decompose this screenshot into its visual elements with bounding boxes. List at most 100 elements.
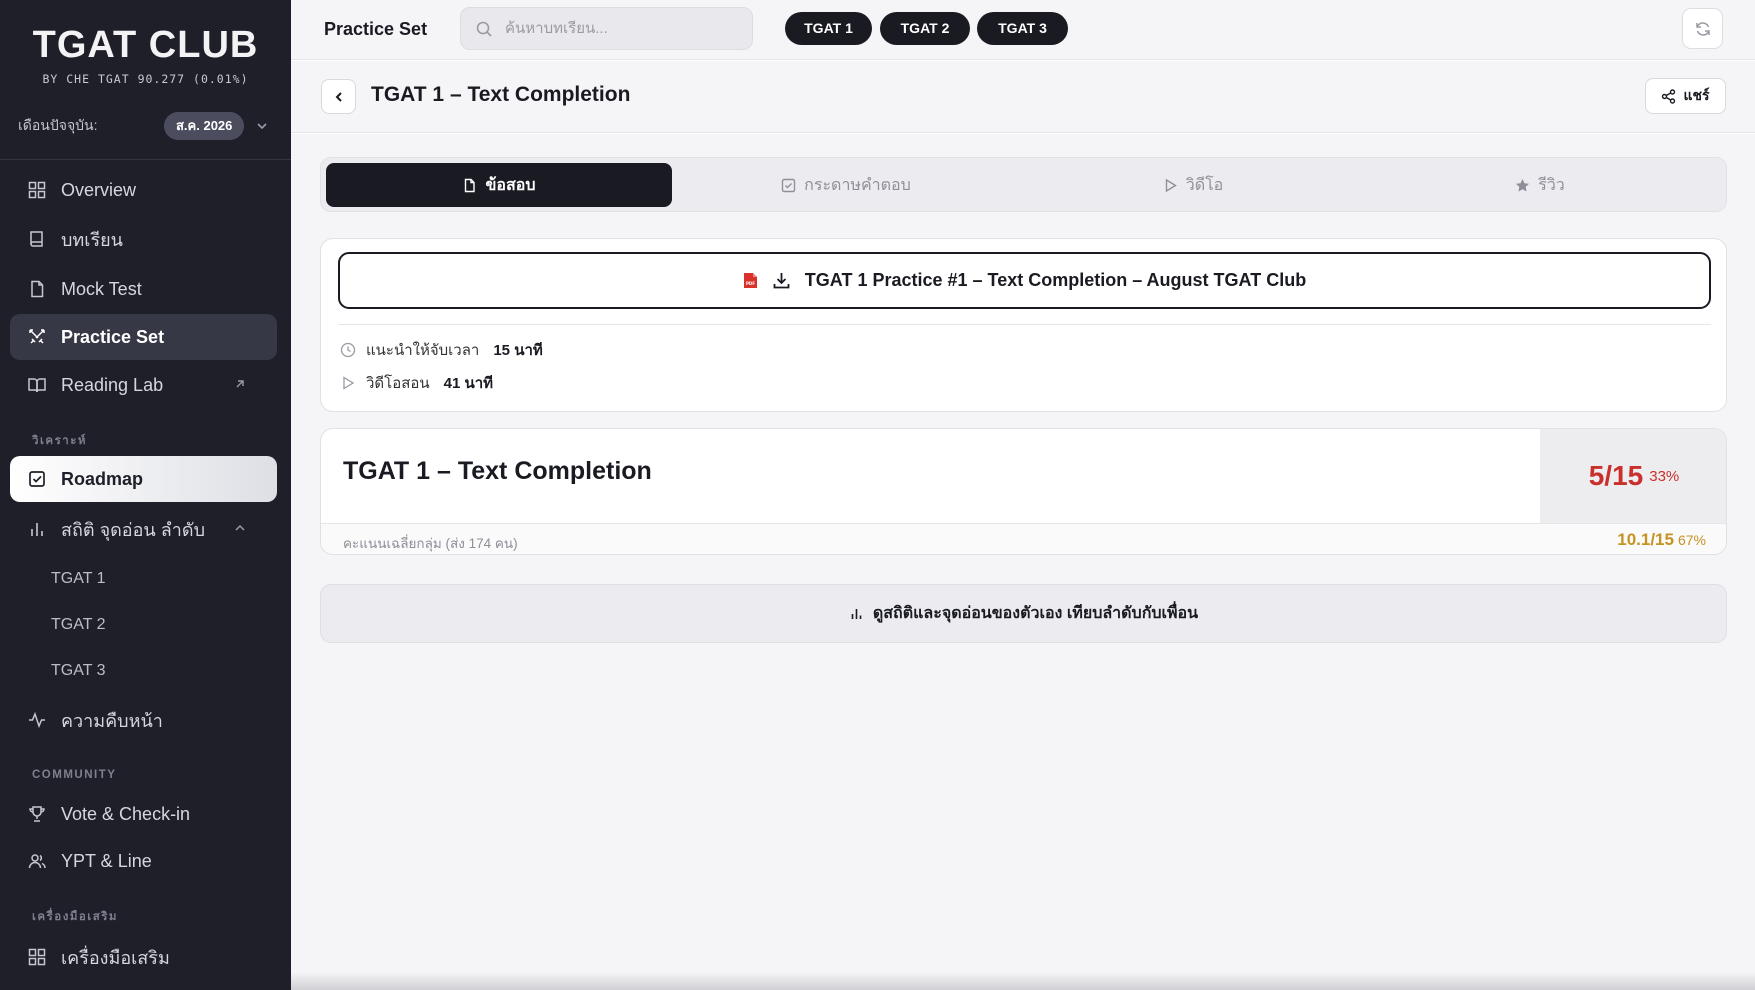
download-icon	[773, 273, 790, 289]
refresh-button[interactable]	[1682, 8, 1723, 49]
checkbox-icon	[29, 471, 45, 487]
brand-title: TGAT CLUB	[32, 24, 259, 66]
time-value: 15 นาที	[493, 342, 543, 359]
avg-value: 10.1/15	[1617, 530, 1674, 549]
share-icon	[1662, 88, 1676, 104]
search-input[interactable]	[505, 20, 725, 37]
open-book-icon	[28, 378, 46, 393]
sidebar-item-stats[interactable]: สถิติ จุดอ่อน ลำดับ	[10, 506, 277, 552]
month-label: เดือนปัจจุบัน:	[18, 117, 98, 133]
avg-percent: 67%	[1677, 532, 1706, 548]
sidebar: TGAT CLUB BY CHE TGAT 90.277 (0.01%) เดื…	[0, 0, 291, 990]
sidebar-item-label: Vote & Check-in	[61, 803, 191, 824]
score-box: 5/15 33%	[1540, 429, 1726, 523]
sidebar-item-label: เครื่องมือเสริม	[61, 947, 170, 968]
bottom-edge	[291, 972, 1755, 990]
play-icon	[343, 376, 355, 390]
chevron-up-icon[interactable]	[233, 521, 247, 535]
video-label: วิดีโอสอน	[366, 375, 430, 392]
grid-icon	[28, 181, 46, 199]
tab-label: ข้อสอบ	[485, 176, 536, 194]
time-label: แนะนำให้จับเวลา	[366, 342, 480, 359]
share-label: แชร์	[1683, 87, 1710, 103]
sidebar-item-tools[interactable]: เครื่องมือเสริม	[10, 934, 277, 980]
file-icon	[465, 178, 476, 192]
search-icon	[476, 21, 492, 37]
sidebar-item-mock-test[interactable]: Mock Test	[10, 266, 277, 312]
sidebar-item-vote[interactable]: Vote & Check-in	[10, 791, 277, 837]
chevron-left-icon	[335, 91, 342, 102]
checkbox-icon	[781, 178, 796, 192]
sidebar-item-label: YPT & Line	[61, 850, 152, 871]
brand: TGAT CLUB BY CHE TGAT 90.277 (0.01%)	[0, 22, 291, 86]
page-title: TGAT 1 – Text Completion	[371, 83, 631, 106]
refresh-icon	[1695, 21, 1710, 36]
month-selector[interactable]: เดือนปัจจุบัน: ส.ค. 2026	[18, 112, 273, 140]
sidebar-subitem-tgat2[interactable]: TGAT 2	[51, 616, 106, 634]
bar-chart-icon	[31, 523, 43, 536]
avg-value-wrap: 10.1/15 67%	[1617, 530, 1706, 550]
grid-icon	[28, 948, 46, 966]
page-header: TGAT 1 – Text Completion แชร์	[291, 61, 1755, 133]
tab-video[interactable]: วิดีโอ	[1020, 163, 1366, 207]
sidebar-item-progress[interactable]: ความคืบหน้า	[10, 697, 277, 743]
stats-button-label: ดูสถิติและจุดอ่อนของตัวเอง เทียบลำดับกับ…	[872, 605, 1199, 622]
sidebar-item-label: Reading Lab	[61, 374, 164, 395]
sidebar-divider	[0, 159, 291, 160]
play-icon	[1165, 178, 1177, 192]
back-button[interactable]	[321, 79, 356, 114]
tab-bar: ข้อสอบ กระดาษคำตอบ วิดีโอ รีวิว	[320, 157, 1727, 212]
sidebar-item-label: Overview	[61, 179, 137, 200]
avg-label: คะแนนเฉลี่ยกลุ่ม (ส่ง 174 คน)	[343, 536, 518, 551]
sidebar-item-ypt[interactable]: YPT & Line	[10, 838, 277, 884]
tab-label: รีวิว	[1538, 176, 1565, 194]
app: TGAT CLUB BY CHE TGAT 90.277 (0.01%) เดื…	[0, 0, 1755, 990]
view-stats-button[interactable]: ดูสถิติและจุดอ่อนของตัวเอง เทียบลำดับกับ…	[320, 584, 1727, 643]
result-card: TGAT 1 – Text Completion 5/15 33% คะแนนเ…	[320, 428, 1727, 555]
sidebar-item-label: Roadmap	[61, 468, 144, 489]
month-badge[interactable]: ส.ค. 2026	[164, 112, 245, 140]
tab-review[interactable]: รีวิว	[1367, 163, 1713, 207]
sidebar-item-reading-lab[interactable]: Reading Lab	[10, 362, 277, 408]
divider	[338, 324, 1711, 325]
section-label-tools: เครื่องมือเสริม	[32, 911, 119, 923]
pdf-badge-text: PDF	[746, 281, 755, 286]
activity-icon	[29, 711, 45, 729]
bar-chart-icon	[851, 609, 862, 619]
sidebar-item-label: Mock Test	[61, 278, 142, 299]
tab-label: กระดาษคำตอบ	[804, 176, 911, 194]
score-percent: 33%	[1649, 467, 1680, 485]
main-content: ข้อสอบ กระดาษคำตอบ วิดีโอ รีวิว PDF TGAT…	[291, 134, 1755, 990]
sidebar-item-overview[interactable]: Overview	[10, 167, 277, 213]
sidebar-subitem-tgat1[interactable]: TGAT 1	[51, 570, 106, 588]
download-label: TGAT 1 Practice #1 – Text Completion – A…	[804, 270, 1307, 290]
tab-answer-sheet[interactable]: กระดาษคำตอบ	[673, 163, 1019, 207]
file-icon	[31, 280, 44, 298]
sidebar-item-practice-set[interactable]: Practice Set	[10, 314, 277, 360]
sidebar-item-label: Practice Set	[61, 326, 165, 347]
share-button[interactable]: แชร์	[1645, 78, 1726, 114]
download-pdf-button[interactable]: PDF TGAT 1 Practice #1 – Text Completion…	[338, 252, 1711, 309]
trophy-icon	[29, 806, 45, 822]
chip-tgat3[interactable]: TGAT 3	[977, 12, 1068, 45]
external-link-icon	[236, 380, 244, 388]
pdf-icon: PDF	[743, 273, 757, 288]
section-label-community: COMMUNITY	[32, 769, 117, 781]
tab-exam[interactable]: ข้อสอบ	[326, 163, 672, 207]
video-value: 41 นาที	[443, 375, 494, 392]
chevron-down-icon[interactable]	[254, 118, 270, 134]
chip-tgat1[interactable]: TGAT 1	[785, 12, 872, 45]
section-label-analysis: วิเคราะห์	[32, 435, 87, 447]
video-duration: วิดีโอสอน 41 นาที	[340, 371, 493, 395]
clock-icon	[340, 342, 356, 358]
search-box[interactable]	[460, 7, 753, 50]
topbar-title: Practice Set	[324, 19, 428, 39]
star-icon	[1516, 178, 1530, 191]
sidebar-item-label: สถิติ จุดอ่อน ลำดับ	[61, 519, 205, 540]
sidebar-item-roadmap[interactable]: Roadmap	[10, 456, 277, 502]
sidebar-item-lessons[interactable]: บทเรียน	[10, 216, 277, 262]
sidebar-item-label: บทเรียน	[61, 229, 123, 250]
chip-tgat2[interactable]: TGAT 2	[880, 12, 970, 45]
brand-subtitle: BY CHE TGAT 90.277 (0.01%)	[42, 72, 249, 86]
sidebar-subitem-tgat3[interactable]: TGAT 3	[51, 662, 106, 680]
